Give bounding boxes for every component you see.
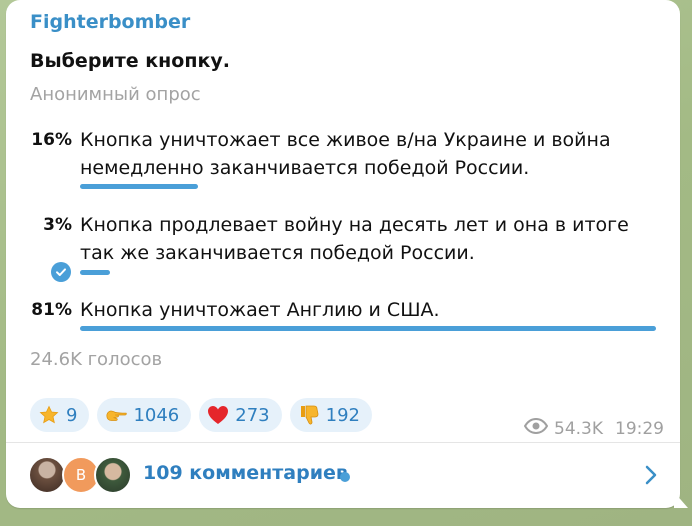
unread-dot-icon <box>340 472 350 482</box>
comments-count-label: 109 комментариев <box>143 462 348 484</box>
poll-option-percent: 81% <box>31 300 72 320</box>
reaction-count: 273 <box>235 404 270 426</box>
thumbs-down-icon <box>298 404 320 426</box>
reaction-star[interactable]: 9 <box>30 398 90 432</box>
chosen-check-icon <box>51 262 71 282</box>
poll-option-bar <box>80 184 198 189</box>
message-time: 19:29 <box>615 418 664 439</box>
poll-option-percent: 16% <box>31 130 72 150</box>
reaction-thumbs-down[interactable]: 192 <box>289 398 372 432</box>
avatar-letter: B <box>75 466 87 484</box>
eye-icon <box>523 417 549 439</box>
commenter-avatars: B <box>28 456 138 496</box>
poll-message-bubble: Fighterbomber Выберите кнопку. Анонимный… <box>6 0 688 508</box>
reactions-row: 9 1046 273 192 <box>30 398 372 432</box>
poll-option-bar <box>80 270 110 275</box>
pointing-hand-icon <box>105 404 128 426</box>
chevron-right-icon <box>644 464 658 490</box>
reaction-pointing-hand[interactable]: 1046 <box>97 398 192 432</box>
message-meta: 54.3K 19:29 <box>523 417 664 439</box>
reaction-count: 9 <box>66 404 78 426</box>
poll-option-bar <box>80 326 656 331</box>
poll-option-percent: 3% <box>43 215 72 235</box>
reaction-red-heart[interactable]: 273 <box>199 398 282 432</box>
message-author[interactable]: Fighterbomber <box>30 11 190 33</box>
poll-option-text: Кнопка уничтожает Англию и США. <box>80 299 440 321</box>
comments-button[interactable]: B 109 комментариев <box>6 443 680 507</box>
reaction-count: 192 <box>325 404 360 426</box>
avatar <box>28 456 66 494</box>
views-count: 54.3K <box>554 418 603 439</box>
poll-option-text: Кнопка продлевает войну на десять лет и … <box>80 214 629 264</box>
red-heart-icon <box>207 404 229 426</box>
star-icon <box>38 404 60 426</box>
poll-question: Выберите кнопку. <box>30 50 230 72</box>
poll-option-text: Кнопка уничтожает все живое в/на Украине… <box>80 129 611 179</box>
avatar <box>94 456 132 494</box>
poll-type-label: Анонимный опрос <box>30 84 201 105</box>
poll-votes-count[interactable]: 24.6K голосов <box>30 349 162 370</box>
reaction-count: 1046 <box>133 404 180 426</box>
